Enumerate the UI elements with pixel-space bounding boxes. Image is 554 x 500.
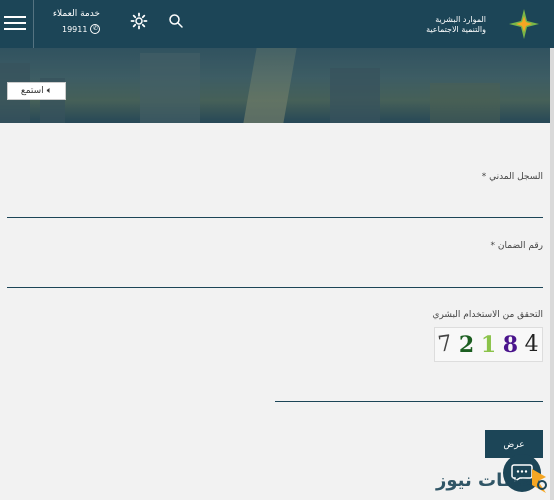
ministry-logo-text[interactable]: الموارد البشرية والتنمية الاجتماعية bbox=[426, 15, 486, 35]
captcha-digit: 7 bbox=[436, 331, 454, 358]
top-navbar: خدمة العملاء 19911 ✆ الموارد البشرية وال… bbox=[0, 0, 554, 48]
civil-registry-input[interactable] bbox=[7, 198, 543, 218]
speaker-icon: 🔈︎ bbox=[46, 86, 53, 96]
accessibility-settings-icon[interactable] bbox=[130, 12, 148, 30]
captcha-input[interactable] bbox=[275, 382, 543, 402]
logo-text-line1: الموارد البشرية bbox=[435, 15, 486, 24]
listen-label: استمع bbox=[20, 86, 44, 96]
watermark-text: لحظات نيوز bbox=[436, 470, 541, 491]
civil-registry-label: السجل المدني * bbox=[481, 172, 543, 182]
customer-service-phone[interactable]: 19911 ✆ bbox=[62, 24, 101, 34]
captcha-digit: 8 bbox=[502, 331, 519, 358]
ministry-logo-icon[interactable] bbox=[506, 6, 542, 42]
guarantee-number-input[interactable] bbox=[7, 268, 543, 288]
captcha-digit: 2 bbox=[458, 331, 475, 358]
scrollbar-track[interactable] bbox=[550, 48, 554, 500]
captcha-digit: 4 bbox=[524, 332, 539, 357]
captcha-label: التحقق من الاستخدام البشري bbox=[432, 310, 543, 320]
customer-service-label[interactable]: خدمة العملاء bbox=[52, 9, 100, 19]
page: خدمة العملاء 19911 ✆ الموارد البشرية وال… bbox=[0, 0, 554, 500]
submit-button[interactable]: عرض bbox=[485, 430, 543, 458]
nav-divider bbox=[33, 0, 34, 48]
phone-icon: ✆ bbox=[90, 24, 101, 34]
listen-button[interactable]: 🔈︎ استمع bbox=[7, 82, 66, 100]
hero-banner: 🔈︎ استمع bbox=[0, 48, 554, 123]
phone-number: 19911 bbox=[62, 24, 88, 34]
captcha-image: 7 2 1 8 4 bbox=[434, 327, 543, 362]
logo-text-line2: والتنمية الاجتماعية bbox=[426, 25, 486, 34]
search-icon[interactable] bbox=[167, 12, 185, 30]
captcha-digit: 1 bbox=[480, 331, 497, 358]
hamburger-menu-icon[interactable] bbox=[4, 12, 26, 32]
watermark-logo-icon bbox=[532, 469, 547, 493]
guarantee-number-label: رقم الضمان * bbox=[490, 241, 543, 251]
